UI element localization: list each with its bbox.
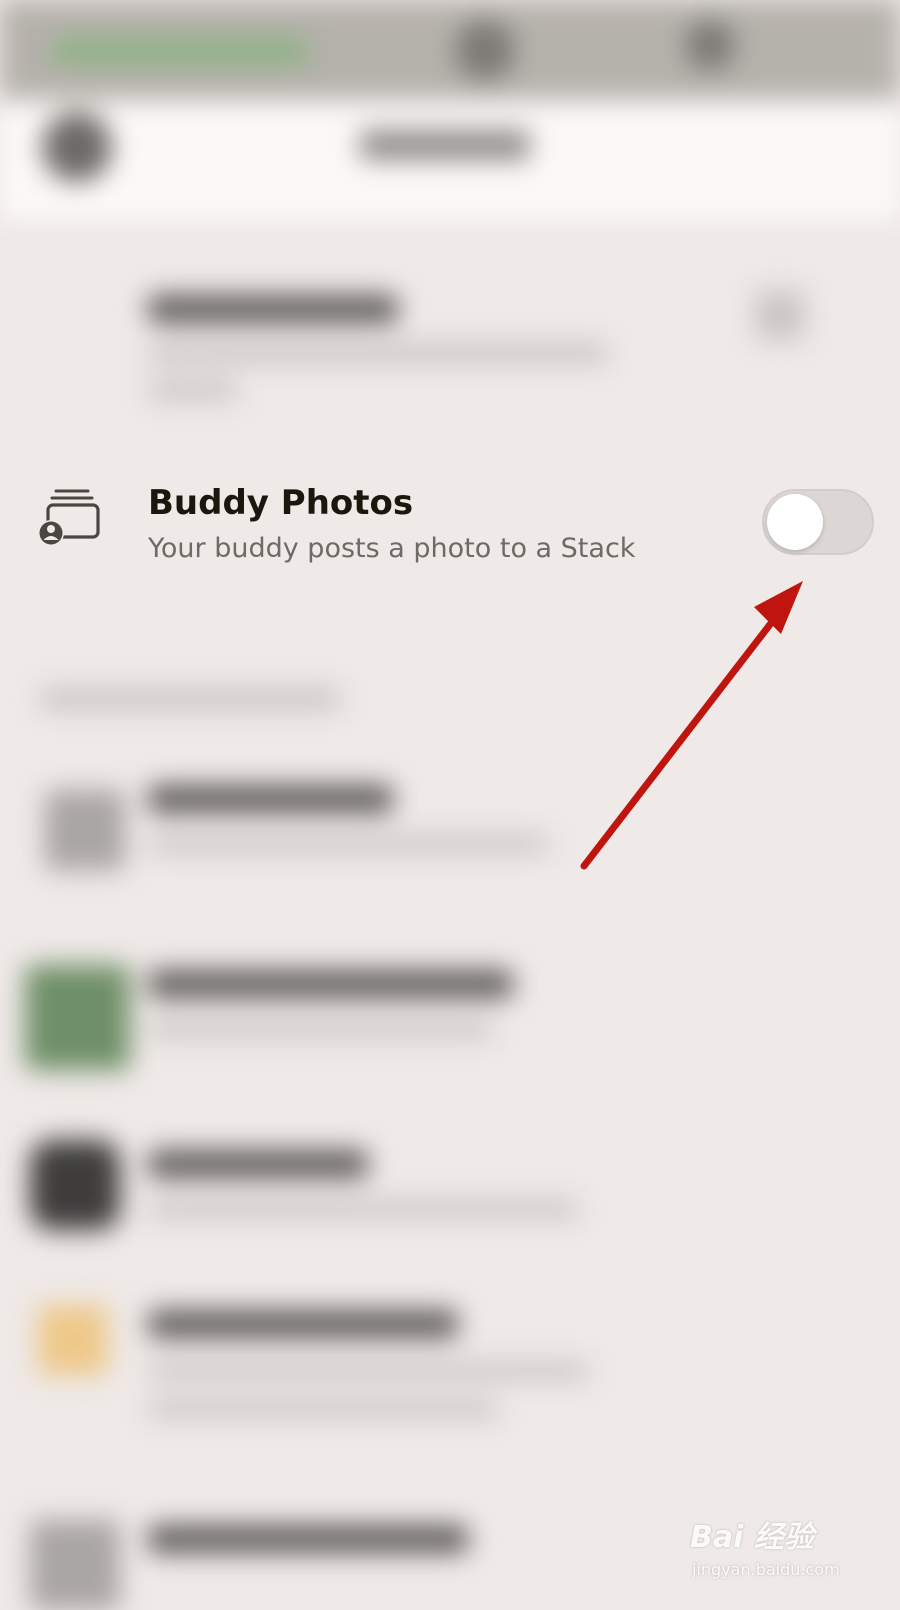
navigation-bar <box>0 100 900 220</box>
list-item <box>25 965 130 1070</box>
list-item <box>30 1140 120 1230</box>
status-icon <box>455 20 515 80</box>
setting-subtitle: Your buddy posts a photo to a Stack <box>148 533 636 564</box>
toggle-knob <box>767 494 823 550</box>
list-item <box>148 295 398 323</box>
watermark: Bai 经验 jingyan.baidu.com <box>690 1498 860 1588</box>
buddy-photos-toggle[interactable] <box>762 489 874 555</box>
avatar <box>42 112 112 182</box>
status-signal-indicator <box>50 38 310 64</box>
setting-title: Buddy Photos <box>148 483 414 523</box>
page-title <box>360 130 530 160</box>
list-item <box>30 1520 120 1610</box>
section-header <box>40 688 340 710</box>
status-icon <box>685 20 735 70</box>
watermark-url: jingyan.baidu.com <box>692 1560 840 1579</box>
list-item <box>38 1305 108 1375</box>
buddy-photos-setting-row: Buddy Photos Your buddy posts a photo to… <box>0 465 900 575</box>
watermark-brand: Bai 经验 <box>690 1520 814 1555</box>
blurred-background <box>0 0 900 1610</box>
list-item <box>45 790 125 870</box>
stack-with-person-icon <box>38 483 102 547</box>
